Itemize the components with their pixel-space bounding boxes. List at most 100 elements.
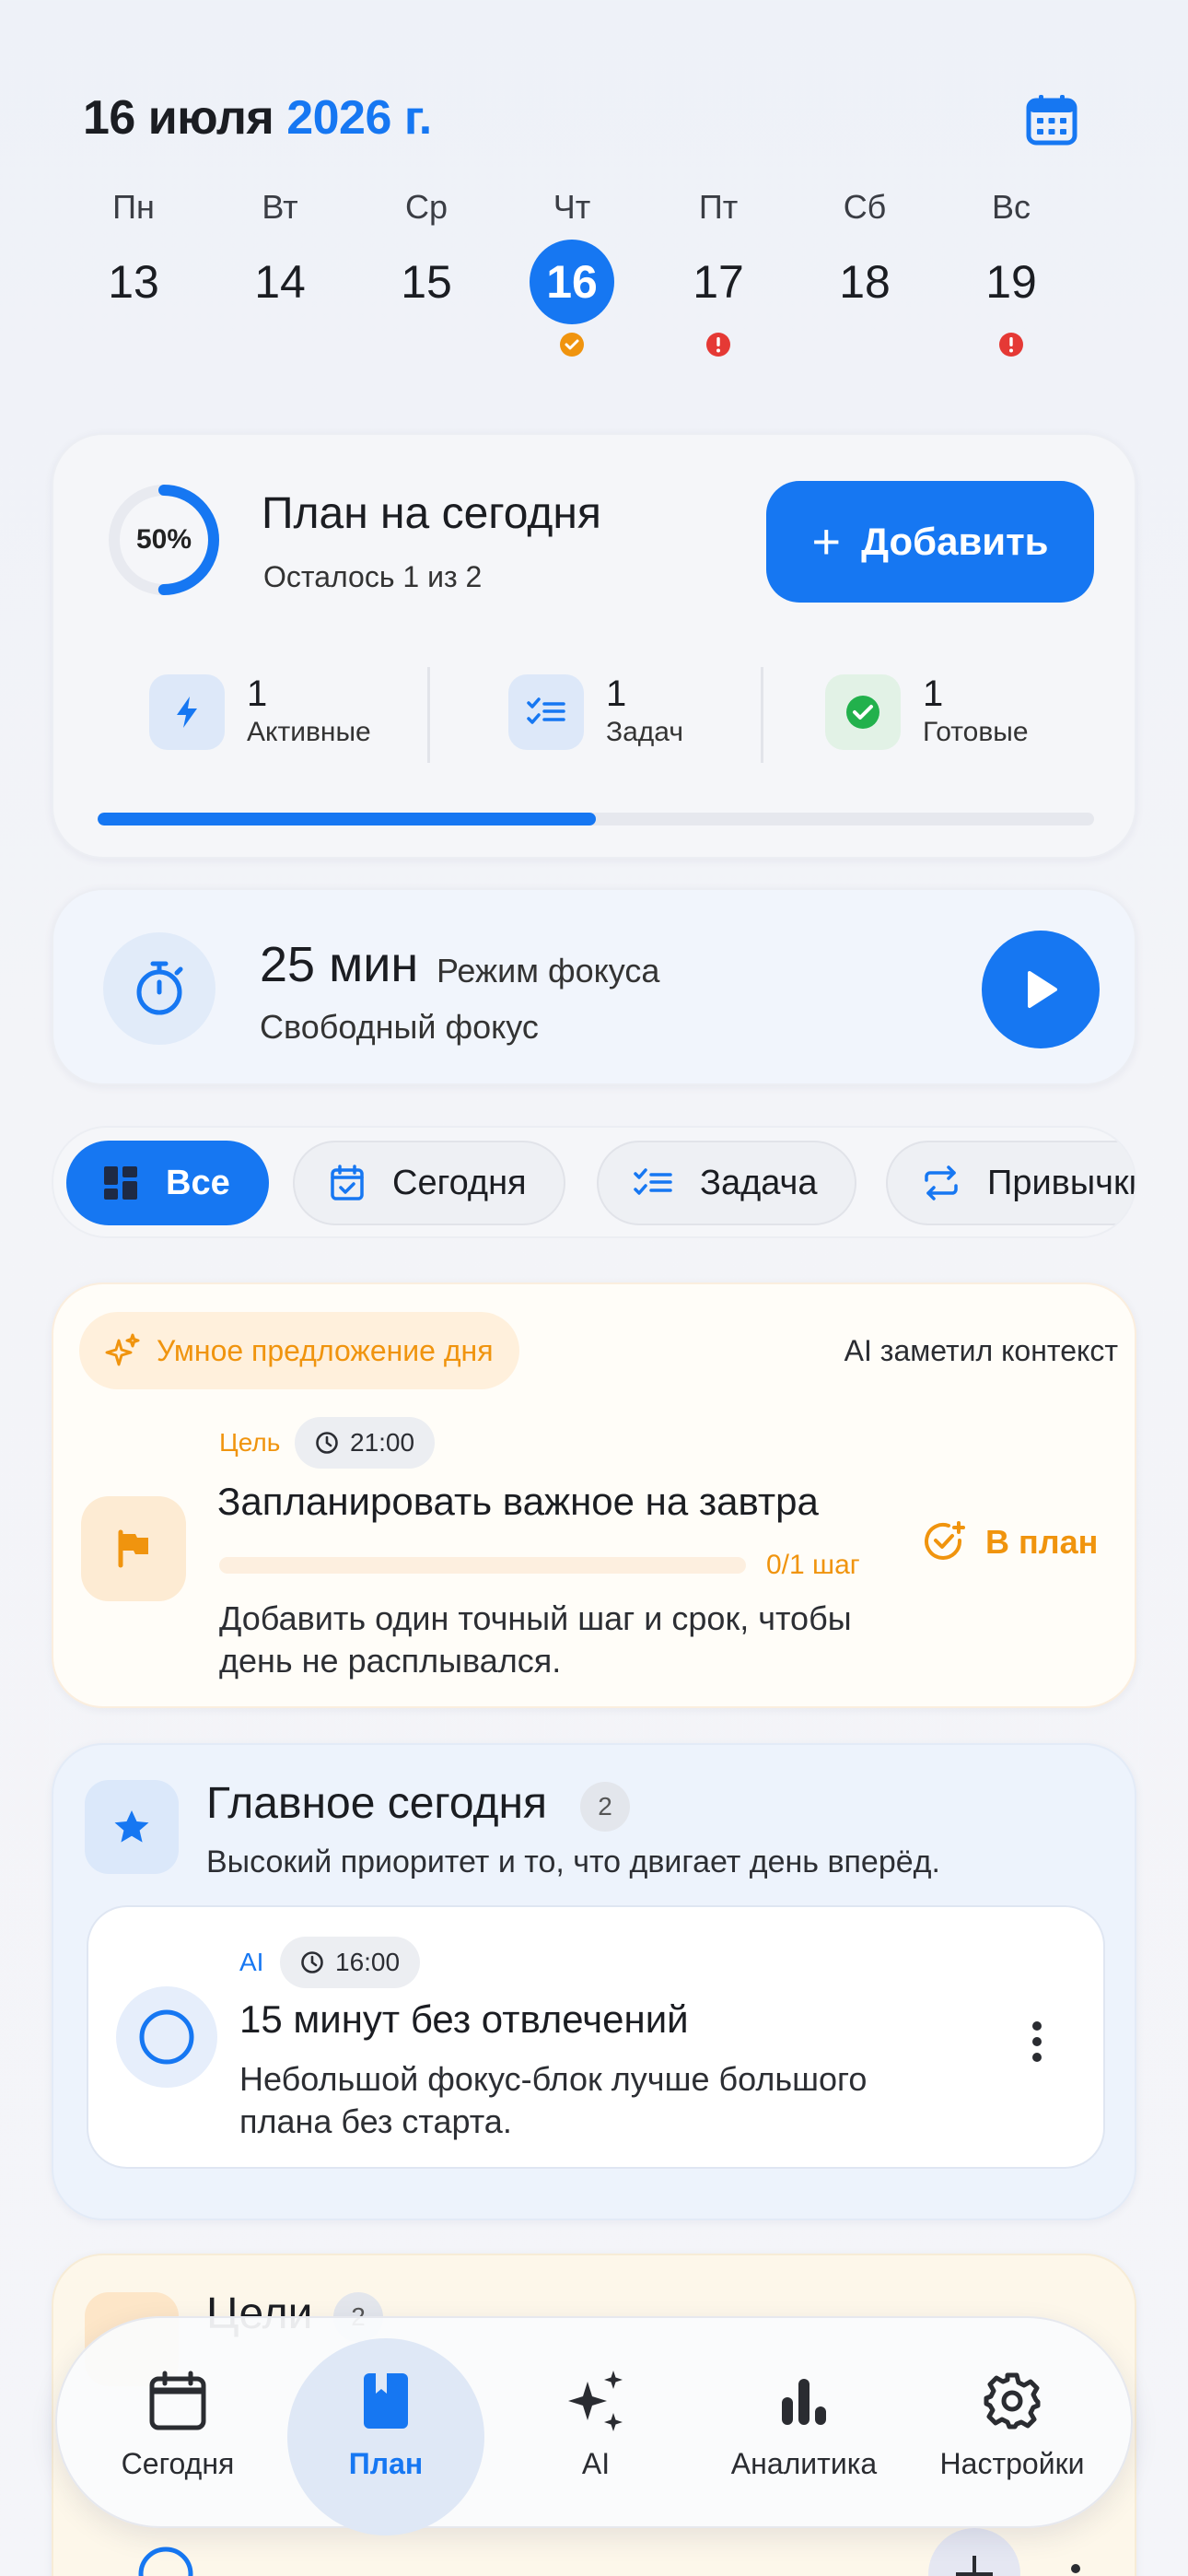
task-time-value: 16:00: [335, 1948, 401, 1976]
add-button[interactable]: + Добавить: [766, 481, 1094, 603]
day-13[interactable]: Пн 13: [83, 184, 184, 357]
day-18[interactable]: Сб 18: [814, 184, 915, 357]
nav-today[interactable]: Сегодня: [79, 2318, 276, 2530]
section-title: Главное сегодня: [206, 1779, 548, 1828]
day-name: Чт: [553, 188, 591, 226]
day-number: 13: [108, 256, 159, 308]
stat-active[interactable]: 1 Активные: [149, 671, 371, 754]
year-text: 2026 г.: [286, 91, 432, 145]
more-options-button[interactable]: [1009, 2005, 1065, 2078]
day-number: 16: [530, 240, 614, 324]
plus-icon: +: [811, 514, 842, 569]
suggestion-badge: Умное предложение дня: [79, 1312, 519, 1389]
suggestion-time: 21:00: [295, 1417, 436, 1469]
day-19[interactable]: Вс 19: [961, 184, 1062, 357]
task-description: Небольшой фокус-блок лучше большого план…: [239, 2060, 868, 2140]
day-number: 14: [254, 256, 306, 308]
nav-label: План: [348, 2446, 424, 2480]
check-circle-icon: [825, 674, 901, 750]
filter-chips: Все Сегодня Задача Привычки: [52, 1126, 1136, 1238]
stat-value: 1: [606, 673, 627, 714]
progress-percent: 50%: [135, 524, 192, 555]
circle-icon: [139, 2009, 194, 2065]
date-text: 16 июля: [83, 91, 274, 145]
book-icon: [353, 2368, 419, 2434]
focus-mode-label: Режим фокуса: [437, 952, 660, 989]
day-name: Вс: [991, 188, 1031, 226]
day-name: Пн: [112, 188, 155, 226]
empty-mark: [121, 332, 146, 357]
stat-label: Задач: [606, 717, 683, 747]
flag-icon: [81, 1496, 186, 1601]
task-item[interactable]: AI 16:00 15 минут без отвлечений Небольш…: [87, 1905, 1105, 2169]
nav-plan[interactable]: План: [287, 2318, 484, 2530]
stat-value: 1: [923, 673, 944, 714]
main-today-card: Главное сегодня 2 Высокий приоритет и то…: [52, 1743, 1136, 2220]
done-badge-icon: [559, 332, 585, 357]
stat-tasks[interactable]: 1 Задач: [508, 671, 683, 754]
page-title: 16 июля 2026 г.: [83, 90, 432, 146]
day-16[interactable]: Чт 16: [521, 184, 623, 357]
day-name: Вт: [262, 188, 298, 226]
suggestion-tag: Цель: [219, 1428, 281, 1457]
start-focus-button[interactable]: [982, 931, 1100, 1048]
bolt-icon: [149, 674, 225, 750]
day-15[interactable]: Ср 15: [376, 184, 477, 357]
plan-progress-bar: [98, 813, 1094, 825]
repeat-icon: [925, 1165, 958, 1200]
filter-label: Задача: [700, 1163, 818, 1202]
plan-progress-fill: [98, 813, 596, 825]
day-number: 17: [693, 256, 744, 308]
week-strip: Пн 13 Вт 14 Ср 15 Чт 16 Пт 17 Сб 18 Вс 19: [83, 184, 1105, 369]
clock-icon: [316, 1432, 338, 1454]
alert-badge-icon: [998, 332, 1024, 357]
stat-label: Готовые: [923, 717, 1029, 747]
plan-title: План на сегодня: [262, 489, 601, 538]
suggestion-title: Запланировать важное на завтра: [217, 1480, 819, 1523]
stat-label: Активные: [247, 717, 371, 747]
focus-card[interactable]: 25 мин Режим фокуса Свободный фокус: [52, 888, 1136, 1085]
calendar-icon: [1026, 95, 1077, 146]
empty-mark: [267, 332, 293, 357]
day-14[interactable]: Вт 14: [229, 184, 331, 357]
focus-type: Свободный фокус: [260, 1008, 539, 1046]
calendar-button[interactable]: [1022, 90, 1081, 149]
bottom-navigation: Сегодня План AI Аналитика Настройки: [55, 2316, 1133, 2535]
add-to-plan-button[interactable]: В план: [923, 1520, 1098, 1564]
filter-all[interactable]: Все: [66, 1141, 269, 1225]
nav-label: Сегодня: [121, 2446, 235, 2480]
nav-settings[interactable]: Настройки: [914, 2318, 1111, 2530]
task-title: 15 минут без отвлечений: [239, 1997, 689, 2041]
stat-done[interactable]: 1 Готовые: [825, 671, 1029, 754]
sparkles-icon: [105, 1333, 140, 1366]
nav-label: AI: [581, 2446, 611, 2480]
grid-icon: [104, 1166, 137, 1200]
day-17[interactable]: Пт 17: [668, 184, 769, 357]
checklist-icon: [508, 674, 584, 750]
suggestion-context: AI заметил контекст: [844, 1334, 1118, 1367]
star-icon: [85, 1780, 179, 1874]
dot: [1032, 2037, 1042, 2046]
alert-badge-icon: [705, 332, 731, 357]
task-checkbox[interactable]: [116, 1986, 217, 2088]
clock-icon: [301, 1951, 323, 1973]
suggestion-progress-bar: [219, 1557, 746, 1574]
smart-suggestion-card: Умное предложение дня AI заметил контекс…: [52, 1282, 1136, 1708]
filter-habits[interactable]: Привычки: [886, 1141, 1135, 1225]
stat-value: 1: [247, 673, 268, 714]
nav-ai[interactable]: AI: [497, 2318, 694, 2530]
empty-mark: [413, 332, 439, 357]
check-plus-icon: [925, 1521, 965, 1560]
add-to-plan-label: В план: [985, 1523, 1099, 1561]
filter-label: Сегодня: [392, 1163, 527, 1202]
divider: [761, 667, 763, 763]
filter-today[interactable]: Сегодня: [293, 1141, 565, 1225]
day-name: Сб: [843, 188, 887, 226]
filter-tasks[interactable]: Задача: [597, 1141, 856, 1225]
section-subtitle: Высокий приоритет и то, что двигает день…: [206, 1844, 940, 1879]
nav-analytics[interactable]: Аналитика: [705, 2318, 903, 2530]
day-number: 19: [985, 256, 1037, 308]
suggestion-description: Добавить один точный шаг и срок, чтобы д…: [219, 1599, 852, 1680]
section-count: 2: [580, 1782, 630, 1832]
day-number: 15: [401, 256, 452, 308]
